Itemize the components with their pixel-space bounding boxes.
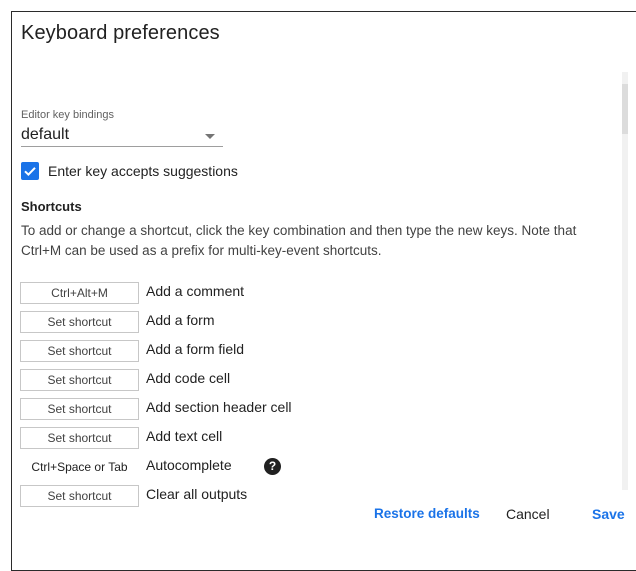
shortcuts-heading: Shortcuts: [21, 199, 82, 214]
shortcut-action-label: Clear all outputs: [146, 486, 248, 502]
enter-suggestions-checkbox[interactable]: [21, 162, 39, 180]
shortcut-action-label: Add a comment: [146, 283, 245, 299]
shortcut-key-text: Ctrl+Space or Tab: [31, 460, 128, 474]
shortcut-key-button[interactable]: Ctrl+Alt+M: [20, 282, 139, 304]
shortcut-action-label: Add code cell: [146, 370, 231, 386]
shortcut-key-button[interactable]: Set shortcut: [20, 398, 139, 420]
shortcuts-description: To add or change a shortcut, click the k…: [21, 223, 577, 258]
shortcut-action-label: Add a form field: [146, 341, 245, 357]
shortcut-key-button[interactable]: Set shortcut: [20, 427, 139, 449]
shortcut-action-label: Add a form: [146, 312, 215, 328]
shortcut-action-label: Add text cell: [146, 428, 223, 444]
scrollbar-thumb[interactable]: [622, 84, 628, 134]
key-bindings-select[interactable]: default: [21, 124, 223, 147]
shortcut-key-button[interactable]: Set shortcut: [20, 340, 139, 362]
scrollbar[interactable]: [622, 72, 628, 490]
key-bindings-label: Editor key bindings: [21, 109, 114, 121]
shortcut-key-button[interactable]: Set shortcut: [20, 311, 139, 333]
shortcut-key-button[interactable]: Set shortcut: [20, 485, 139, 507]
restore-defaults-button[interactable]: Restore defaults: [374, 506, 480, 521]
save-button[interactable]: Save: [592, 506, 625, 522]
cancel-button[interactable]: Cancel: [506, 506, 550, 522]
checkmark-icon: [24, 167, 36, 177]
enter-suggestions-label: Enter key accepts suggestions: [48, 163, 238, 179]
dialog-title: Keyboard preferences: [21, 22, 220, 44]
shortcut-action-label: Autocomplete: [146, 457, 232, 473]
shortcut-action-label: Add section header cell: [146, 399, 292, 415]
chevron-down-icon: [205, 134, 215, 139]
help-icon[interactable]: ?: [264, 458, 281, 475]
shortcut-key-button[interactable]: Set shortcut: [20, 369, 139, 391]
key-bindings-value: default: [21, 126, 70, 143]
